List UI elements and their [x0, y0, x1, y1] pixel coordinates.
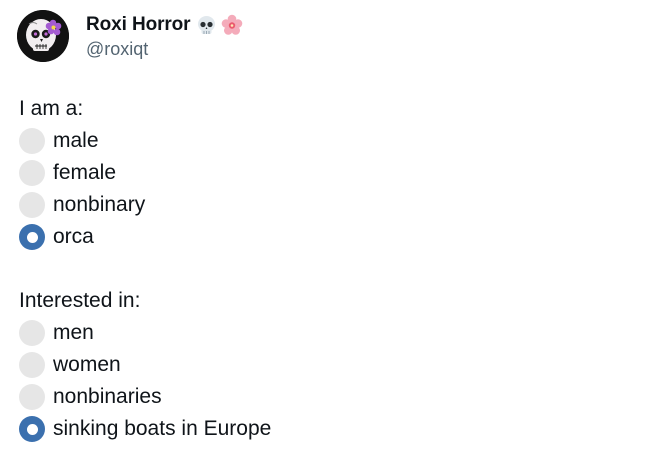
option-label: men — [53, 321, 94, 344]
option-label: women — [53, 353, 121, 376]
user-handle[interactable]: @roxiqt — [86, 39, 243, 60]
section-title-i-am: I am a: — [19, 97, 84, 120]
option-label: female — [53, 161, 117, 184]
radio-unchecked-icon[interactable] — [19, 352, 45, 378]
radio-checked-icon[interactable] — [19, 224, 45, 250]
cherry-blossom-icon — [221, 14, 243, 36]
option-sinking-boats[interactable]: sinking boats in Europe — [19, 413, 271, 445]
option-label: sinking boats in Europe — [53, 417, 272, 440]
option-male[interactable]: male — [19, 125, 271, 157]
skull-icon — [196, 15, 217, 36]
option-nonbinaries[interactable]: nonbinaries — [19, 381, 271, 413]
sugar-skull-avatar-icon — [17, 10, 69, 62]
option-nonbinary[interactable]: nonbinary — [19, 189, 271, 221]
option-label: orca — [53, 225, 94, 248]
option-men[interactable]: men — [19, 317, 271, 349]
radio-unchecked-icon[interactable] — [19, 384, 45, 410]
radio-unchecked-icon[interactable] — [19, 320, 45, 346]
display-name-row: Roxi Horror — [86, 12, 243, 38]
radio-unchecked-icon[interactable] — [19, 160, 45, 186]
radio-unchecked-icon[interactable] — [19, 192, 45, 218]
option-label: nonbinary — [53, 193, 146, 216]
option-female[interactable]: female — [19, 157, 271, 189]
option-label: nonbinaries — [53, 385, 162, 408]
display-name[interactable]: Roxi Horror — [86, 14, 191, 36]
author-names: Roxi Horror @roxiqt — [86, 12, 243, 60]
post-body: I am a: male female nonbinary orca Inter… — [19, 93, 271, 445]
radio-unchecked-icon[interactable] — [19, 128, 45, 154]
option-orca[interactable]: orca — [19, 221, 271, 253]
post-header: Roxi Horror @roxiqt — [17, 10, 243, 62]
option-women[interactable]: women — [19, 349, 271, 381]
avatar[interactable] — [17, 10, 69, 62]
option-label: male — [53, 129, 99, 152]
radio-checked-icon[interactable] — [19, 416, 45, 442]
section-title-interested-in: Interested in: — [19, 289, 141, 312]
